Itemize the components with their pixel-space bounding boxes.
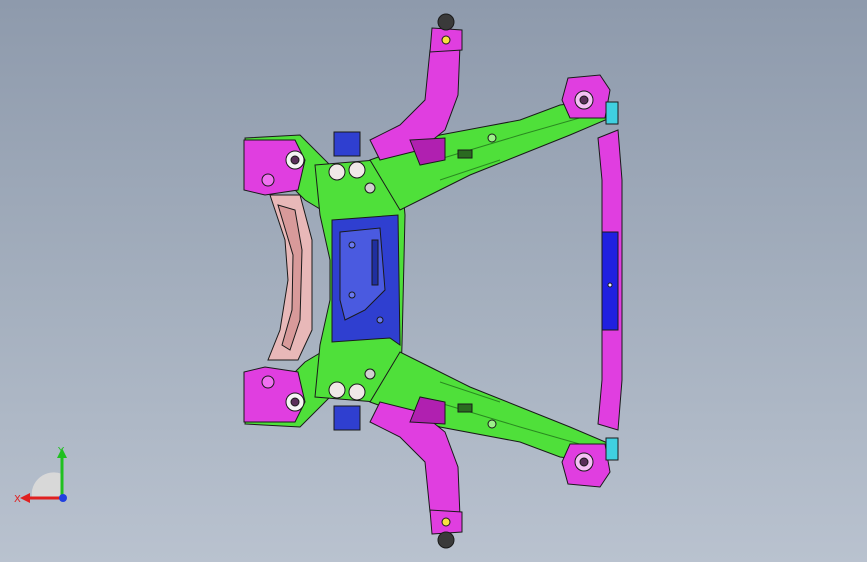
subframe-model[interactable] (0, 0, 867, 562)
x-axis-label: X (14, 494, 21, 505)
coordinate-triad: Y X (14, 446, 67, 505)
x-axis-arrow-icon (20, 493, 30, 503)
center-plate (331, 214, 401, 346)
rear-cross-brace (267, 194, 313, 361)
z-axis-dot-icon (59, 494, 67, 502)
y-axis-label: Y (57, 446, 65, 457)
triad-plane-icon (31, 472, 62, 498)
front-crossmember (597, 129, 623, 431)
cad-graphics-viewport[interactable]: Y X (0, 0, 867, 562)
